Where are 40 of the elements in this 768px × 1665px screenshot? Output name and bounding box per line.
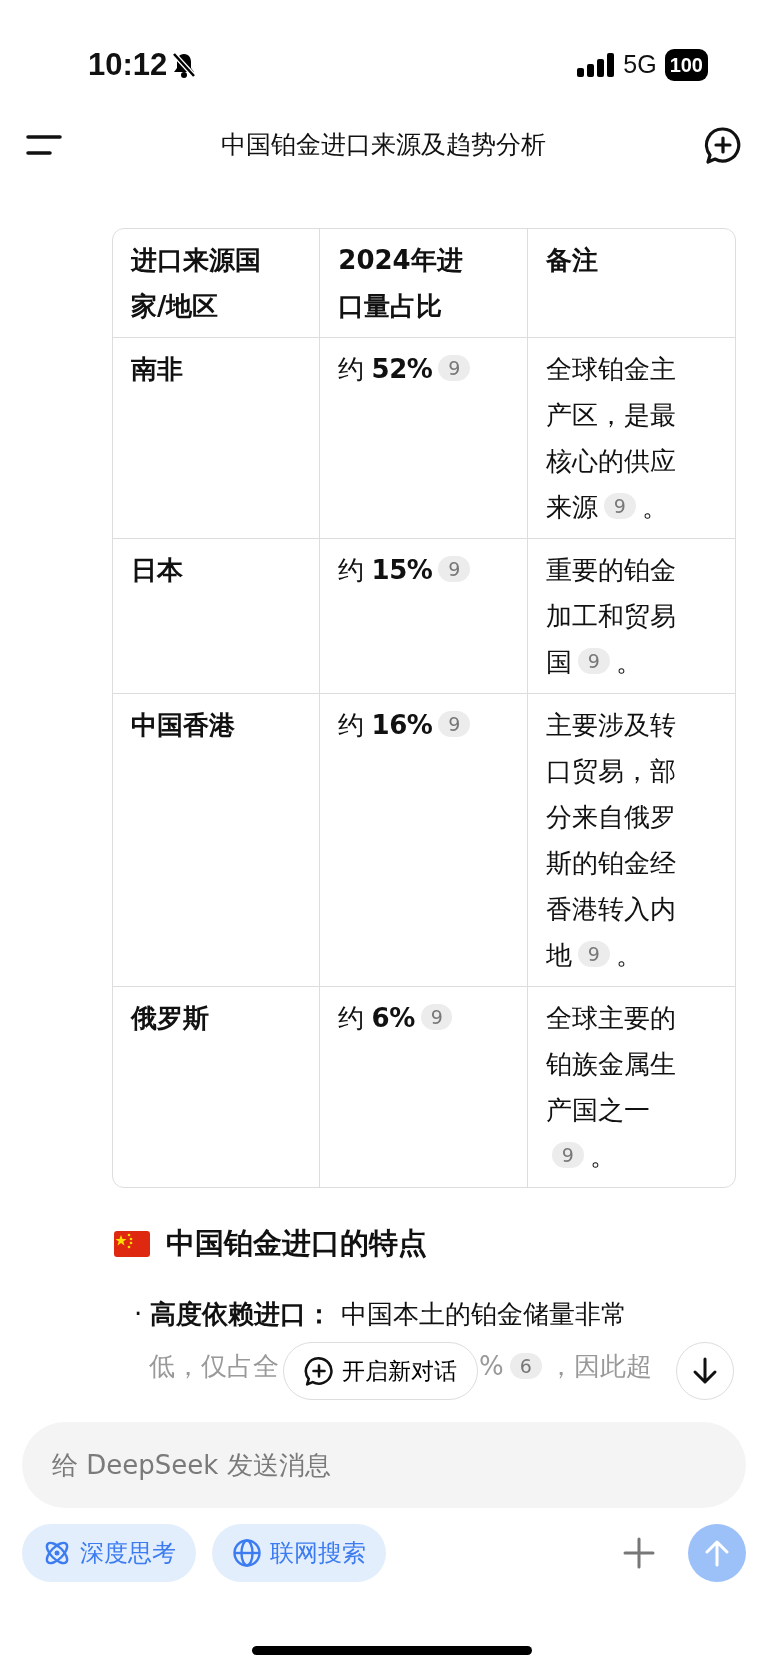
globe-icon <box>232 1538 262 1568</box>
section-heading: 中国铂金进口的特点 <box>166 1225 427 1262</box>
table-cell: 约 6% 9 <box>320 987 528 1187</box>
bullet-text: ，因此超 <box>547 1349 652 1383</box>
signal-icon <box>577 53 616 77</box>
flag-icon <box>114 1230 150 1257</box>
battery-level: 100 <box>664 49 708 81</box>
table-cell: 中国香港 <box>113 694 321 987</box>
down-arrow-icon <box>692 1357 718 1385</box>
column-header: 备注 <box>527 229 735 338</box>
table-cell-text: 全球主要的铂族金属生产国之一 9 。 <box>544 1002 677 1173</box>
bullet-text: 高度依赖进口： 中国本土的铂金储量非常 <box>150 1297 627 1331</box>
bullet-text: % <box>479 1349 504 1383</box>
table-cell: 约 52% 9 <box>320 338 528 539</box>
chat-title: 中国铂金进口来源及趋势分析 <box>220 129 546 162</box>
new-chat-button[interactable]: 开启新对话 <box>283 1342 478 1400</box>
column-header: 2024年进口量占比 <box>320 229 528 338</box>
plus-icon[interactable] <box>622 1536 656 1570</box>
table-cell: 日本 <box>113 539 321 694</box>
bullet-text: 低，仅占全 <box>149 1349 279 1383</box>
table-cell: 俄罗斯 <box>113 987 321 1187</box>
mode-toggle[interactable]: 深度思考 <box>22 1524 196 1582</box>
network-label: 5G <box>623 49 657 81</box>
muted-bell-icon <box>171 51 198 79</box>
table-cell: 约 16% 9 <box>320 694 528 987</box>
up-arrow-icon <box>705 1539 729 1567</box>
menu-icon[interactable] <box>26 134 62 156</box>
new-chat-icon <box>304 1356 334 1386</box>
new-chat-icon[interactable] <box>704 126 742 164</box>
message-input[interactable]: 给 DeepSeek 发送消息 <box>22 1422 746 1508</box>
column-header: 进口来源国家/地区 <box>113 229 321 338</box>
table-cell: 全球铂金主产区，是最核心的供应来源 9 。 <box>527 338 735 539</box>
mode-toggle[interactable]: 联网搜索 <box>212 1524 386 1582</box>
table-cell: 主要涉及转口贸易，部分来自俄罗斯的铂金经香港转入内地 9 。 <box>527 694 735 987</box>
table-cell: 约 15% 9 <box>320 539 528 694</box>
clock-time: 10:12 <box>88 45 168 84</box>
table-cell: 南非 <box>113 338 321 539</box>
bullet-dot: · <box>134 1297 143 1331</box>
citation-badge[interactable]: 6 <box>509 1352 542 1379</box>
table-cell: 重要的铂金加工和贸易国 9 。 <box>527 539 735 694</box>
